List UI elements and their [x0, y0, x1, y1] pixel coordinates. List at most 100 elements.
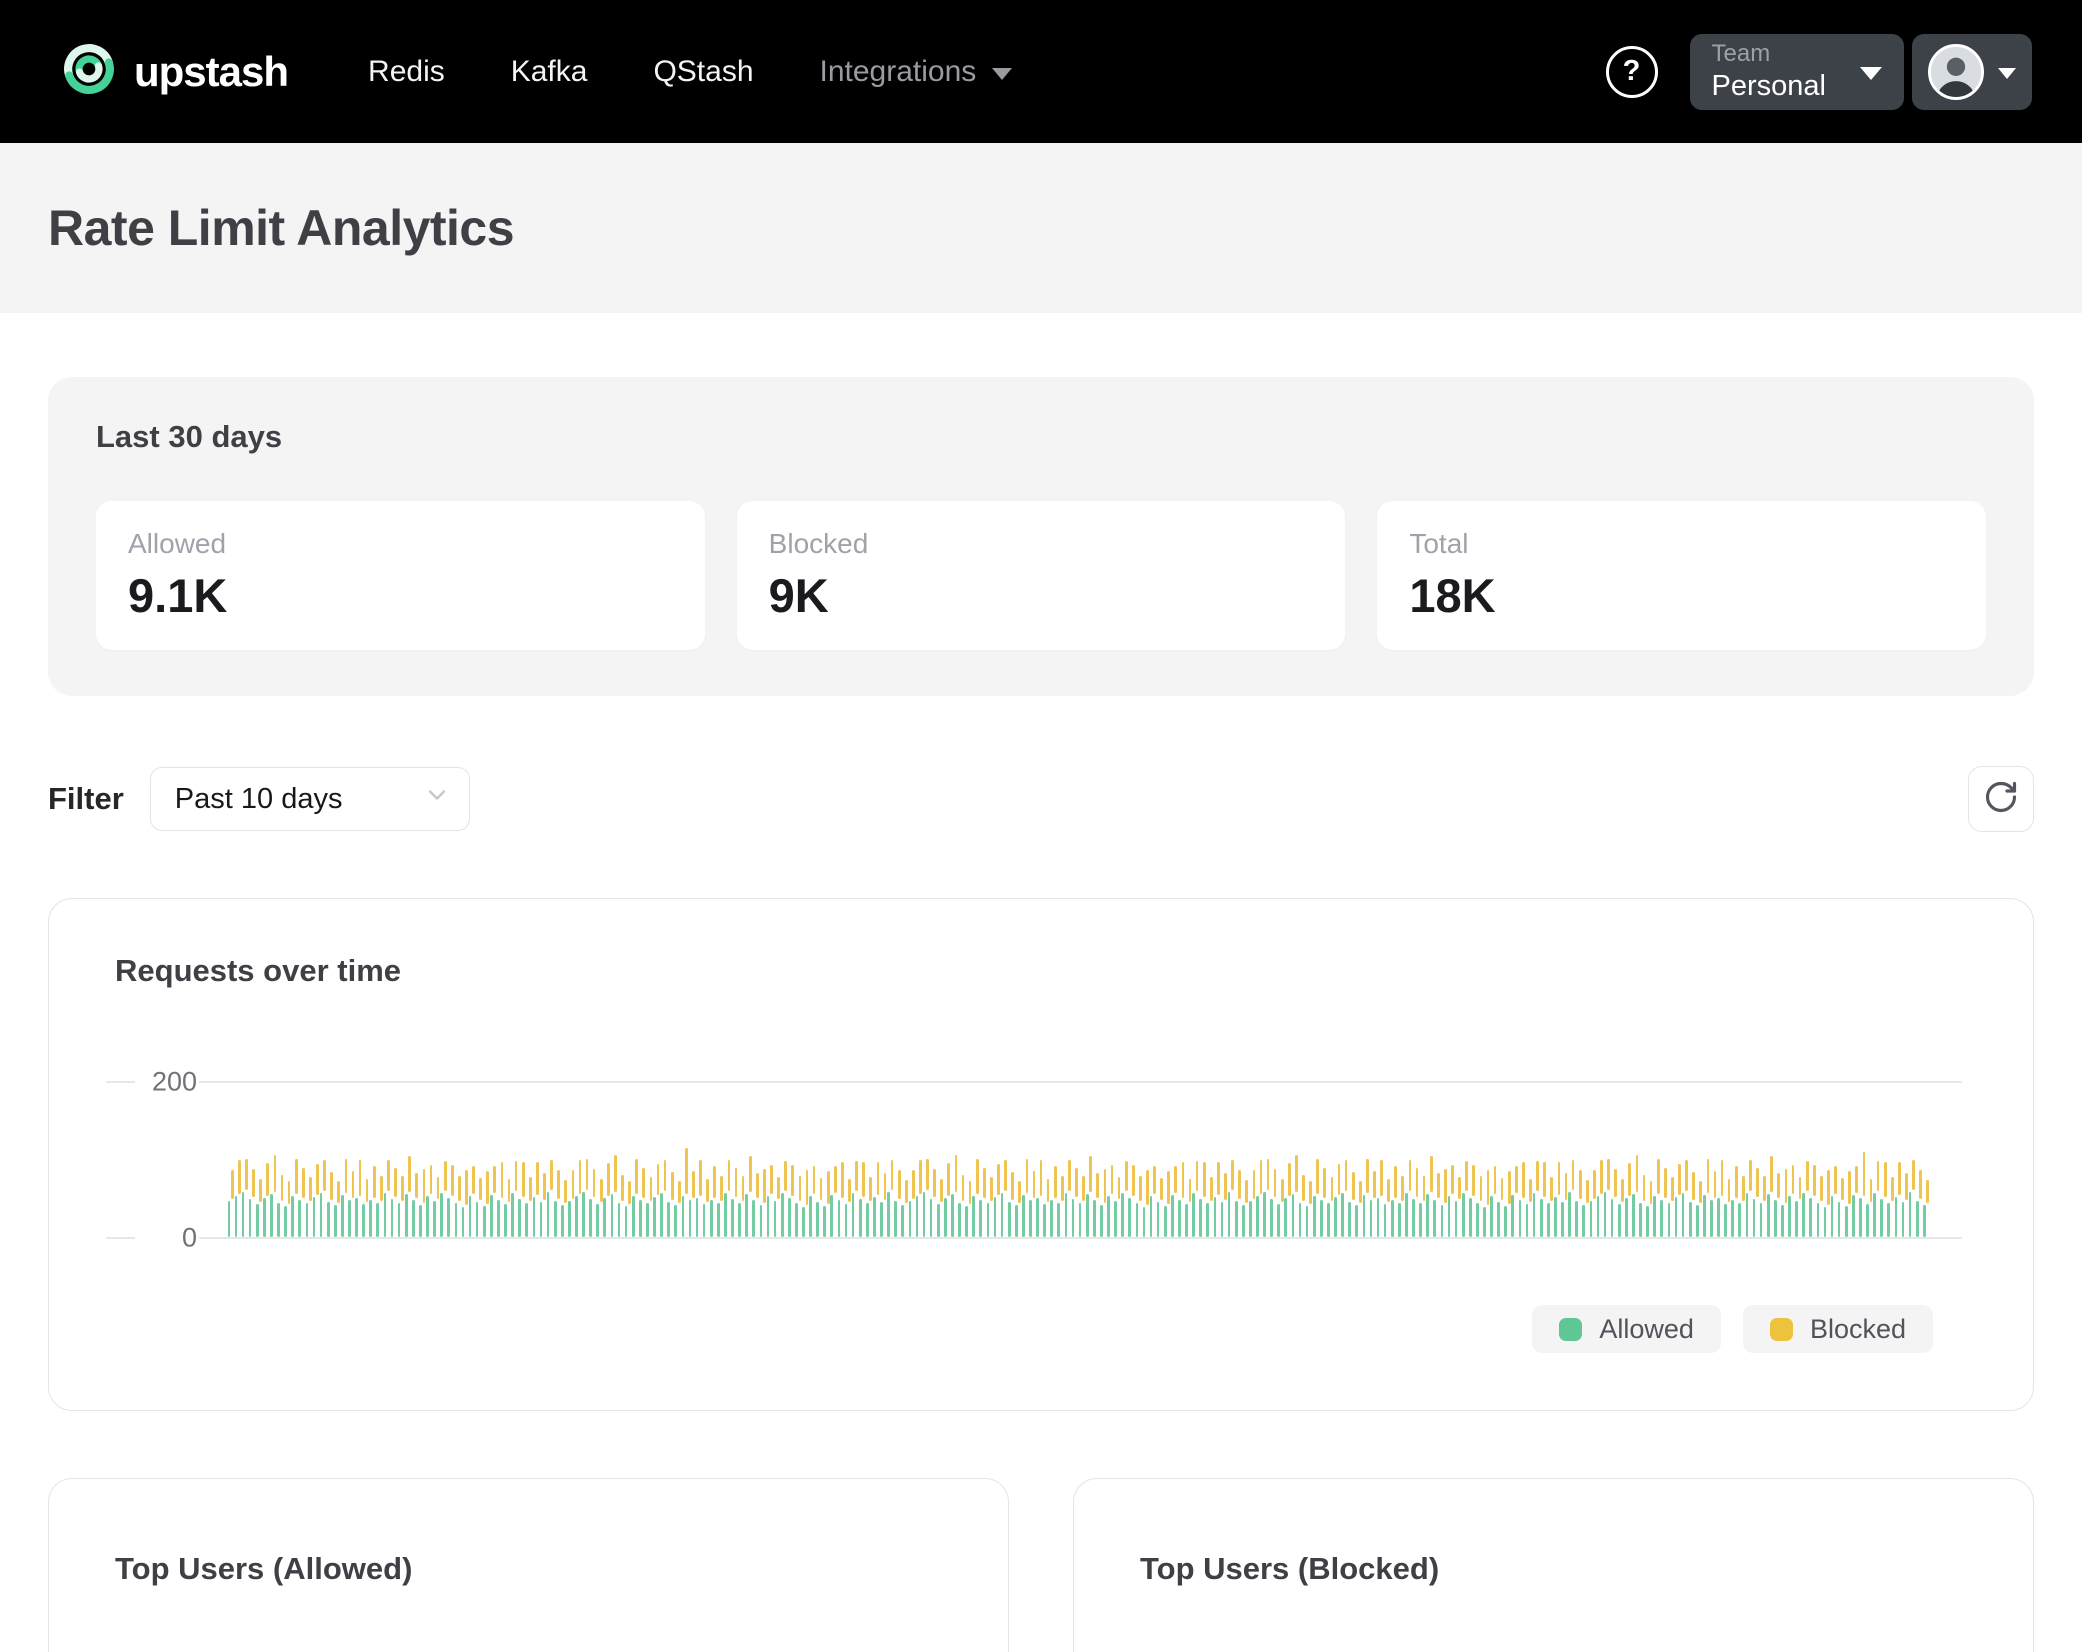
allowed-bar	[1618, 1204, 1621, 1237]
card-title: Top Users (Allowed)	[115, 1551, 1008, 1587]
bar-pair	[539, 1081, 546, 1237]
bar-pair	[1802, 1081, 1809, 1237]
allowed-bar	[618, 1203, 621, 1237]
bar-pair	[1163, 1081, 1170, 1237]
allowed-bar	[1341, 1193, 1344, 1237]
allowed-bar	[511, 1193, 514, 1237]
legend-label: Allowed	[1599, 1314, 1694, 1345]
bar-pair	[1170, 1081, 1177, 1237]
allowed-bar	[1036, 1198, 1039, 1237]
bar-pair	[1554, 1081, 1561, 1237]
allowed-bar	[306, 1203, 309, 1237]
chevron-down-icon	[992, 68, 1012, 80]
nav-item-redis[interactable]: Redis	[368, 55, 445, 89]
allowed-bar	[1455, 1201, 1458, 1237]
bar-pair	[270, 1081, 277, 1237]
stat-value: 9.1K	[128, 568, 673, 623]
allowed-bar	[1072, 1199, 1075, 1237]
allowed-bar	[235, 1196, 238, 1237]
allowed-bar	[1795, 1201, 1798, 1237]
allowed-bar	[575, 1196, 578, 1237]
top-nav: upstash Redis Kafka QStash Integrations …	[0, 0, 2082, 143]
bar-pair	[433, 1081, 440, 1237]
allowed-bar	[462, 1207, 465, 1237]
bar-pair	[312, 1081, 319, 1237]
allowed-bar	[1831, 1196, 1834, 1237]
allowed-bar	[1249, 1201, 1252, 1237]
legend-item-allowed[interactable]: Allowed	[1532, 1305, 1721, 1353]
bar-pair	[1405, 1081, 1412, 1237]
allowed-bar	[696, 1198, 699, 1237]
bar-pair	[411, 1081, 418, 1237]
allowed-bar	[1157, 1202, 1160, 1237]
bar-pair	[1334, 1081, 1341, 1237]
bar-pair	[1142, 1081, 1149, 1237]
bar-pair	[1178, 1081, 1185, 1237]
bar-pair	[802, 1081, 809, 1237]
allowed-bar	[1760, 1203, 1763, 1237]
bar-pair	[284, 1081, 291, 1237]
allowed-bar	[653, 1197, 656, 1237]
bar-pair	[553, 1081, 560, 1237]
legend-item-blocked[interactable]: Blocked	[1743, 1305, 1933, 1353]
allowed-bar	[291, 1196, 294, 1237]
allowed-bar	[1689, 1202, 1692, 1237]
allowed-bar	[923, 1192, 926, 1237]
allowed-bar	[242, 1192, 245, 1237]
bar-pair	[951, 1081, 958, 1237]
bar-pair	[497, 1081, 504, 1237]
allowed-bar	[1660, 1200, 1663, 1237]
allowed-bar	[518, 1199, 521, 1237]
allowed-bar	[327, 1202, 330, 1237]
allowed-bar	[1767, 1194, 1770, 1237]
bar-pair	[1234, 1081, 1241, 1237]
bar-pair	[1050, 1081, 1057, 1237]
user-menu-button[interactable]	[1912, 34, 2032, 110]
allowed-bar	[391, 1199, 394, 1237]
nav-item-kafka[interactable]: Kafka	[511, 55, 588, 89]
refresh-button[interactable]	[1968, 766, 2034, 832]
bar-pair	[844, 1081, 851, 1237]
allowed-bar	[1384, 1204, 1387, 1237]
date-range-select[interactable]: Past 10 days	[150, 767, 470, 831]
bar-pair	[1128, 1081, 1135, 1237]
allowed-bar	[1065, 1193, 1068, 1237]
bar-pair	[1135, 1081, 1142, 1237]
allowed-bar	[880, 1202, 883, 1237]
allowed-bar	[1277, 1204, 1280, 1237]
bar-pair	[1816, 1081, 1823, 1237]
allowed-bar	[1753, 1199, 1756, 1237]
allowed-bar	[994, 1197, 997, 1237]
help-icon[interactable]: ?	[1606, 46, 1658, 98]
allowed-bar	[1448, 1196, 1451, 1237]
bar-pair	[908, 1081, 915, 1237]
bar-pair	[646, 1081, 653, 1237]
allowed-bar	[1029, 1200, 1032, 1237]
allowed-bar	[1171, 1195, 1174, 1237]
allowed-bar	[1554, 1197, 1557, 1237]
nav-item-qstash[interactable]: QStash	[653, 55, 753, 89]
allowed-bar	[752, 1200, 755, 1237]
allowed-bar	[1398, 1203, 1401, 1237]
bar-pair	[1610, 1081, 1617, 1237]
allowed-bar	[1306, 1206, 1309, 1237]
allowed-bar	[1774, 1200, 1777, 1237]
chart-title: Requests over time	[115, 953, 401, 989]
main-content: Last 30 days Allowed 9.1K Blocked 9K Tot…	[0, 377, 2082, 1652]
bar-pair	[1681, 1081, 1688, 1237]
nav-item-integrations[interactable]: Integrations	[820, 55, 1013, 89]
allowed-bar	[1086, 1194, 1089, 1237]
allowed-bar	[1817, 1203, 1820, 1237]
allowed-bar	[1859, 1198, 1862, 1237]
allowed-bar	[830, 1195, 833, 1237]
bar-pair	[1589, 1081, 1596, 1237]
allowed-bar	[547, 1192, 550, 1237]
bar-pair	[1121, 1081, 1128, 1237]
team-switcher-button[interactable]: Team Personal	[1690, 34, 1904, 110]
upstash-logo[interactable]: upstash	[60, 40, 288, 103]
allowed-bar	[1887, 1203, 1890, 1237]
allowed-bar	[277, 1203, 280, 1237]
bar-pair	[837, 1081, 844, 1237]
bar-pair	[227, 1081, 234, 1237]
bar-pair	[1476, 1081, 1483, 1237]
